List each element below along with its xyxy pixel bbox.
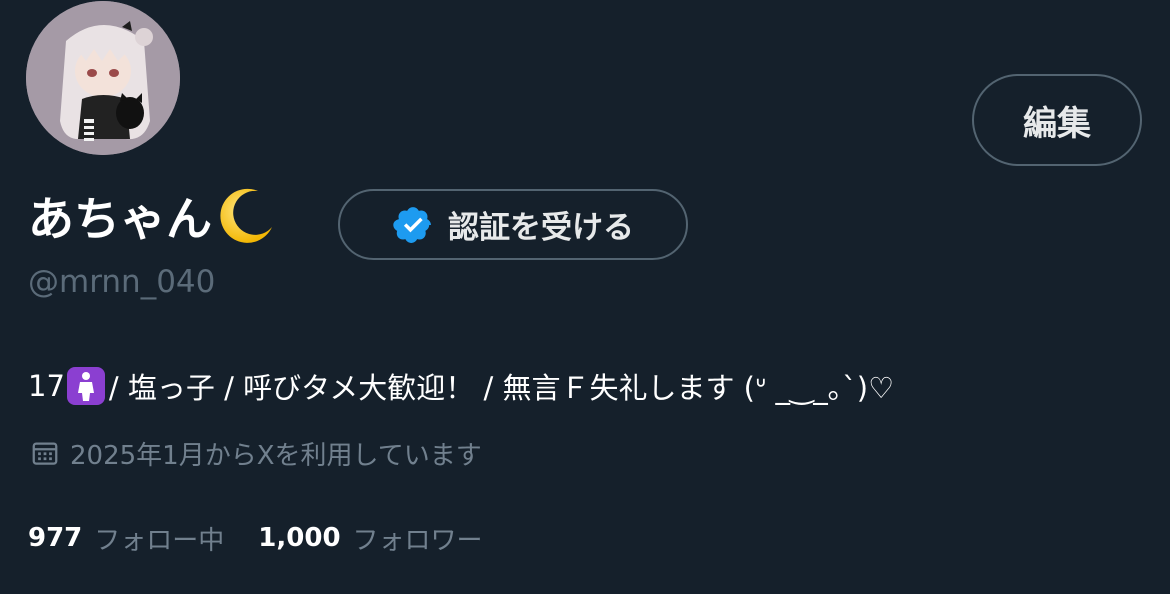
following-count: 977: [28, 523, 83, 553]
bio-prefix: 17: [28, 369, 65, 403]
calendar-icon: [32, 442, 58, 465]
edit-profile-label: 編集: [1023, 103, 1091, 144]
display-name: あちゃん: [28, 180, 278, 252]
following-link[interactable]: 977 フォロー中: [28, 520, 224, 557]
avatar[interactable]: [26, 1, 180, 155]
follow-stats: 977 フォロー中 1,000 フォロワー: [28, 518, 483, 558]
display-name-text: あちゃん: [28, 192, 212, 246]
following-label: フォロー中: [94, 525, 225, 556]
get-verified-label: 認証を受ける: [448, 210, 634, 246]
bio-text: / 塩っ子 / 呼びタメ大歓迎！ / 無言Ｆ失礼します (ᐡ _‿_｡`)♡: [108, 371, 895, 405]
username-handle: @mrnn_040: [28, 264, 216, 300]
verified-badge-icon: [393, 206, 431, 243]
standing-person-icon: [66, 367, 105, 405]
joined-date: 2025年1月からXを利用しています: [30, 432, 482, 474]
followers-count: 1,000: [258, 523, 341, 553]
get-verified-button[interactable]: 認証を受ける: [338, 189, 688, 260]
crescent-moon-icon: [220, 188, 272, 243]
edit-profile-button[interactable]: 編集: [972, 74, 1142, 166]
avatar-image: [26, 1, 180, 155]
joined-date-text: 2025年1月からXを利用しています: [70, 440, 482, 471]
followers-link[interactable]: 1,000 フォロワー: [258, 520, 482, 557]
followers-label: フォロワー: [352, 525, 483, 556]
bio: 17 / 塩っ子 / 呼びタメ大歓迎！ / 無言Ｆ失礼します (ᐡ _‿_｡`)…: [28, 364, 894, 408]
